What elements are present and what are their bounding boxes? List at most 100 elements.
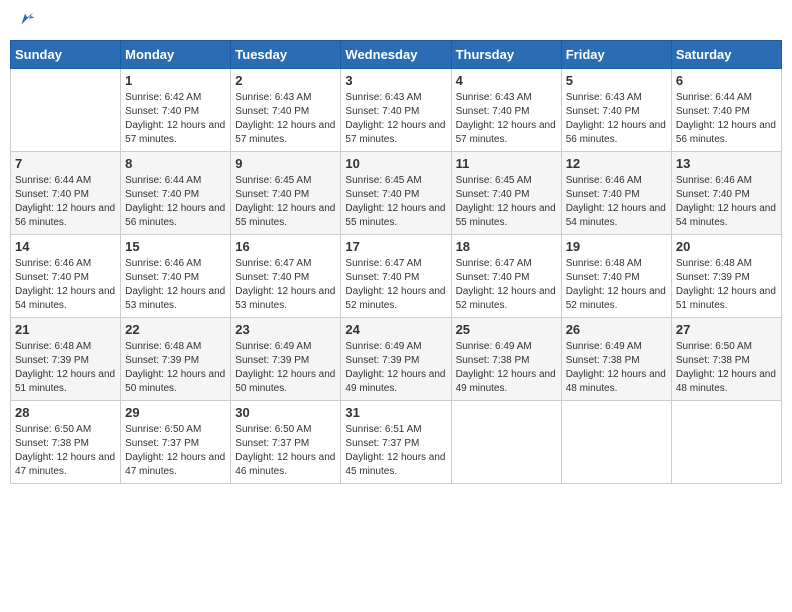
day-number: 4 [456,73,557,88]
calendar-week-row: 7 Sunrise: 6:44 AMSunset: 7:40 PMDaylight… [11,152,782,235]
calendar-cell: 22 Sunrise: 6:48 AMSunset: 7:39 PMDayligh… [121,318,231,401]
day-info: Sunrise: 6:50 AMSunset: 7:38 PMDaylight:… [15,423,116,479]
calendar-cell: 28Sunrise: 6:50 AMSunset: 7:38 PMDayligh… [11,401,121,484]
logo [14,10,38,32]
day-info: Sunrise: 6:43 AMSunset: 7:40 PMDaylight:… [566,91,667,147]
day-number: 18 [456,239,557,254]
calendar-header-row: SundayMondayTuesdayWednesdayThursdayFrid… [11,41,782,69]
calendar-week-row: 21Sunrise: 6:48 AMSunset: 7:39 PMDayligh… [11,318,782,401]
day-info: Sunrise: 6:45 AMSunset: 7:40 PMDaylight:… [345,174,446,230]
day-info: Sunrise: 6:47 AMSunset: 7:40 PMDaylight:… [456,257,557,313]
calendar-cell: 31 Sunrise: 6:51 AMSunset: 7:37 PMDayligh… [341,401,451,484]
column-header-tuesday: Tuesday [231,41,341,69]
day-info: Sunrise: 6:47 AMSunset: 7:40 PMDaylight:… [235,257,336,313]
day-info: Sunrise: 6:47 AMSunset: 7:40 PMDaylight:… [345,257,446,313]
day-info: Sunrise: 6:49 AMSunset: 7:38 PMDaylight:… [456,340,557,396]
calendar-week-row: 1 Sunrise: 6:42 AMSunset: 7:40 PMDaylight… [11,69,782,152]
day-info: Sunrise: 6:49 AMSunset: 7:38 PMDaylight:… [566,340,667,396]
day-info: Sunrise: 6:46 AMSunset: 7:40 PMDaylight:… [125,257,226,313]
day-number: 13 [676,156,777,171]
day-number: 8 [125,156,226,171]
day-number: 10 [345,156,446,171]
calendar-cell: 29Sunrise: 6:50 AMSunset: 7:37 PMDayligh… [121,401,231,484]
day-number: 19 [566,239,667,254]
day-info: Sunrise: 6:50 AMSunset: 7:37 PMDaylight:… [235,423,336,479]
day-info: Sunrise: 6:44 AMSunset: 7:40 PMDaylight:… [125,174,226,230]
calendar-cell: 27 Sunrise: 6:50 AMSunset: 7:38 PMDayligh… [671,318,781,401]
day-number: 12 [566,156,667,171]
day-info: Sunrise: 6:46 AMSunset: 7:40 PMDaylight:… [15,257,116,313]
column-header-sunday: Sunday [11,41,121,69]
logo-bird-icon [14,10,36,32]
day-info: Sunrise: 6:48 AMSunset: 7:40 PMDaylight:… [566,257,667,313]
day-info: Sunrise: 6:44 AMSunset: 7:40 PMDaylight:… [15,174,116,230]
calendar-cell [561,401,671,484]
calendar-cell [671,401,781,484]
day-info: Sunrise: 6:43 AMSunset: 7:40 PMDaylight:… [345,91,446,147]
calendar-table: SundayMondayTuesdayWednesdayThursdayFrid… [10,40,782,484]
day-number: 20 [676,239,777,254]
day-info: Sunrise: 6:45 AMSunset: 7:40 PMDaylight:… [456,174,557,230]
calendar-cell: 17 Sunrise: 6:47 AMSunset: 7:40 PMDayligh… [341,235,451,318]
column-header-friday: Friday [561,41,671,69]
calendar-cell [451,401,561,484]
calendar-cell: 11 Sunrise: 6:45 AMSunset: 7:40 PMDayligh… [451,152,561,235]
day-number: 27 [676,322,777,337]
calendar-cell: 12 Sunrise: 6:46 AMSunset: 7:40 PMDayligh… [561,152,671,235]
calendar-cell: 20 Sunrise: 6:48 AMSunset: 7:39 PMDayligh… [671,235,781,318]
calendar-cell: 16 Sunrise: 6:47 AMSunset: 7:40 PMDayligh… [231,235,341,318]
calendar-week-row: 28Sunrise: 6:50 AMSunset: 7:38 PMDayligh… [11,401,782,484]
calendar-cell: 4 Sunrise: 6:43 AMSunset: 7:40 PMDaylight… [451,69,561,152]
day-number: 1 [125,73,226,88]
day-info: Sunrise: 6:51 AMSunset: 7:37 PMDaylight:… [345,423,446,479]
day-info: Sunrise: 6:46 AMSunset: 7:40 PMDaylight:… [676,174,777,230]
calendar-cell: 15Sunrise: 6:46 AMSunset: 7:40 PMDayligh… [121,235,231,318]
calendar-cell: 6 Sunrise: 6:44 AMSunset: 7:40 PMDaylight… [671,69,781,152]
day-number: 11 [456,156,557,171]
calendar-cell: 14 Sunrise: 6:46 AMSunset: 7:40 PMDayligh… [11,235,121,318]
calendar-cell: 8 Sunrise: 6:44 AMSunset: 7:40 PMDaylight… [121,152,231,235]
calendar-cell: 3 Sunrise: 6:43 AMSunset: 7:40 PMDaylight… [341,69,451,152]
day-number: 25 [456,322,557,337]
day-number: 30 [235,405,336,420]
calendar-cell: 25 Sunrise: 6:49 AMSunset: 7:38 PMDayligh… [451,318,561,401]
column-header-wednesday: Wednesday [341,41,451,69]
calendar-cell: 19 Sunrise: 6:48 AMSunset: 7:40 PMDayligh… [561,235,671,318]
day-info: Sunrise: 6:50 AMSunset: 7:38 PMDaylight:… [676,340,777,396]
day-info: Sunrise: 6:44 AMSunset: 7:40 PMDaylight:… [676,91,777,147]
day-info: Sunrise: 6:48 AMSunset: 7:39 PMDaylight:… [125,340,226,396]
day-number: 9 [235,156,336,171]
calendar-cell: 13 Sunrise: 6:46 AMSunset: 7:40 PMDayligh… [671,152,781,235]
day-number: 16 [235,239,336,254]
day-info: Sunrise: 6:43 AMSunset: 7:40 PMDaylight:… [456,91,557,147]
column-header-saturday: Saturday [671,41,781,69]
day-info: Sunrise: 6:46 AMSunset: 7:40 PMDaylight:… [566,174,667,230]
day-info: Sunrise: 6:45 AMSunset: 7:40 PMDaylight:… [235,174,336,230]
column-header-thursday: Thursday [451,41,561,69]
day-info: Sunrise: 6:48 AMSunset: 7:39 PMDaylight:… [676,257,777,313]
day-number: 3 [345,73,446,88]
calendar-cell: 23Sunrise: 6:49 AMSunset: 7:39 PMDayligh… [231,318,341,401]
day-number: 14 [15,239,116,254]
day-number: 31 [345,405,446,420]
day-number: 5 [566,73,667,88]
day-info: Sunrise: 6:42 AMSunset: 7:40 PMDaylight:… [125,91,226,147]
day-number: 2 [235,73,336,88]
calendar-cell: 18 Sunrise: 6:47 AMSunset: 7:40 PMDayligh… [451,235,561,318]
day-info: Sunrise: 6:49 AMSunset: 7:39 PMDaylight:… [345,340,446,396]
column-header-monday: Monday [121,41,231,69]
day-number: 24 [345,322,446,337]
calendar-week-row: 14 Sunrise: 6:46 AMSunset: 7:40 PMDayligh… [11,235,782,318]
calendar-cell: 7 Sunrise: 6:44 AMSunset: 7:40 PMDaylight… [11,152,121,235]
calendar-cell: 2 Sunrise: 6:43 AMSunset: 7:40 PMDaylight… [231,69,341,152]
page-header [10,10,782,32]
day-number: 17 [345,239,446,254]
day-info: Sunrise: 6:48 AMSunset: 7:39 PMDaylight:… [15,340,116,396]
calendar-cell: 10 Sunrise: 6:45 AMSunset: 7:40 PMDayligh… [341,152,451,235]
day-number: 22 [125,322,226,337]
day-number: 6 [676,73,777,88]
calendar-cell [11,69,121,152]
day-number: 7 [15,156,116,171]
calendar-cell: 5 Sunrise: 6:43 AMSunset: 7:40 PMDaylight… [561,69,671,152]
day-info: Sunrise: 6:43 AMSunset: 7:40 PMDaylight:… [235,91,336,147]
